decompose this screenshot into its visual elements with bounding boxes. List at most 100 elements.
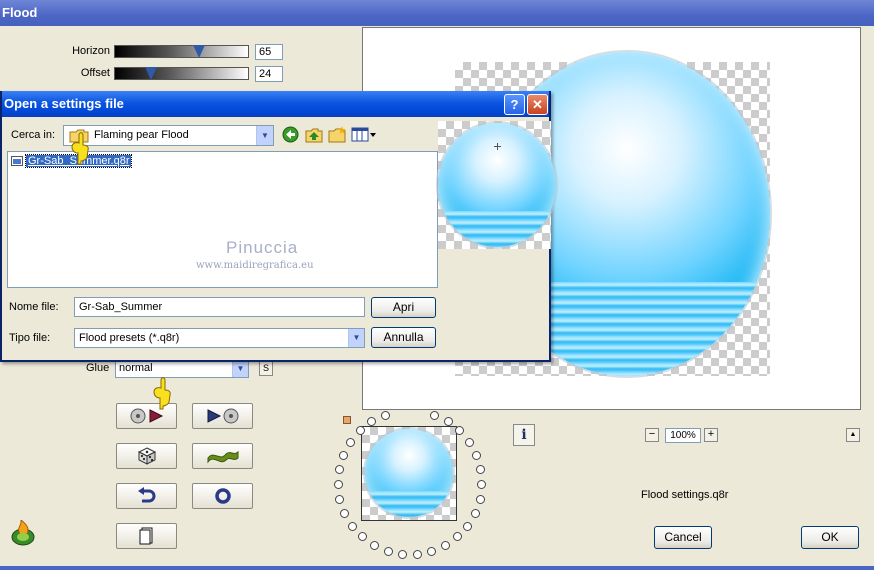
offset-slider[interactable] [114,67,249,80]
collapse-button[interactable]: ▲ [846,428,860,442]
look-in-select[interactable]: Flaming pear Flood ▼ [63,125,274,146]
flood-title-bar[interactable]: Flood [0,0,874,26]
filename-label: Nome file: [9,301,59,313]
thumbnail-preview[interactable] [361,426,457,521]
wave-icon [207,450,238,464]
glue-select[interactable]: normal ▼ [115,360,249,378]
ring-dot[interactable] [453,532,462,541]
pointing-hand-icon [153,377,171,410]
close-button[interactable]: ✕ [527,94,548,115]
ring-dot[interactable] [477,480,486,489]
look-in-label: Cerca in: [11,129,56,141]
cancel-button[interactable]: Cancel [654,526,712,549]
offset-label: Offset [80,67,110,79]
ring-dot[interactable] [463,522,472,531]
file-icon [11,156,23,166]
filetype-select[interactable]: Flood presets (*.q8r) ▼ [74,328,365,348]
light-direction-marker[interactable] [343,416,351,424]
open-settings-icon [130,408,163,424]
open-settings-dialog: Open a settings file ? ✕ Cerca in: Flami… [0,91,556,362]
dialog-title-bar[interactable]: Open a settings file ? ✕ [2,91,549,117]
window-title: Flood [2,5,38,20]
ring-dot[interactable] [465,438,474,447]
settings-filename: Flood settings.q8r [641,489,729,501]
clipboard-icon [139,527,152,545]
dialog-cancel-button[interactable]: Annulla [371,327,436,348]
offset-value[interactable]: 24 [255,66,283,82]
filetype-label: Tipo file: [9,332,51,344]
dialog-preview-sea [438,211,556,247]
flame-logo-icon [10,518,38,549]
zoom-level: 100% [665,428,701,443]
ring-dot[interactable] [430,411,439,420]
offset-slider-thumb[interactable] [145,67,157,80]
ring-dot[interactable] [413,550,422,559]
ring-dot[interactable] [358,532,367,541]
chevron-down-icon[interactable]: ▼ [256,126,273,145]
ring-dot[interactable] [472,451,481,460]
ring-dot[interactable] [381,411,390,420]
reset-button[interactable] [192,483,253,509]
ok-button[interactable]: OK [801,526,859,549]
ring-dot[interactable] [334,480,343,489]
chevron-down-icon[interactable]: ▼ [348,329,364,347]
back-icon[interactable] [282,126,299,143]
randomize-button[interactable] [116,443,177,469]
up-folder-icon[interactable] [305,126,323,143]
ring-dot[interactable] [346,438,355,447]
info-button[interactable]: i [513,424,535,446]
horizon-slider-thumb[interactable] [193,45,205,58]
ring-dot[interactable] [348,522,357,531]
glue-value: normal [119,362,153,374]
horizon-label: Horizon [72,45,110,57]
dialog-title: Open a settings file [4,96,124,111]
look-in-value: Flaming pear Flood [94,129,189,141]
save-settings-button[interactable] [192,403,253,429]
filetype-value: Flood presets (*.q8r) [79,332,180,344]
ring-dot[interactable] [356,426,365,435]
ring-dot[interactable] [455,426,464,435]
ring-dot[interactable] [340,509,349,518]
glue-s-button[interactable]: S [259,361,273,376]
new-folder-icon[interactable] [328,126,346,143]
ring-dot[interactable] [427,547,436,556]
zoom-out-button[interactable]: − [645,428,659,442]
open-button[interactable]: Apri [371,297,436,318]
ring-dot[interactable] [384,547,393,556]
dice-icon [137,447,156,465]
param-offset-label-row: Offset [0,66,110,82]
watermark-url: www.maidiregrafica.eu [196,260,314,271]
help-button[interactable]: ? [504,94,525,115]
ring-dot[interactable] [367,417,376,426]
view-menu-icon[interactable] [351,126,377,143]
horizon-slider[interactable] [114,45,249,58]
ring-dot[interactable] [476,465,485,474]
ring-dot[interactable] [370,541,379,550]
ring-dot[interactable] [339,451,348,460]
window-bottom-edge [0,566,874,570]
watermark-name: Pinuccia [226,238,299,257]
ring-dot[interactable] [441,541,450,550]
clipboard-button[interactable] [116,523,177,549]
dialog-preview [438,121,556,249]
undo-button[interactable] [116,483,177,509]
filename-input[interactable]: Gr-Sab_Summer [74,297,365,317]
crosshair-icon [494,143,501,150]
chevron-down-icon[interactable]: ▼ [232,361,248,377]
thumbnail-sea [365,491,453,517]
ring-dot[interactable] [335,465,344,474]
dialog-preview-sphere [438,123,556,247]
ring-dot[interactable] [444,417,453,426]
file-list[interactable]: Gr-Sab_Summer.q8r Pinuccia www.maidiregr… [7,151,438,288]
pointing-hand-icon [71,132,89,165]
save-settings-icon [207,408,238,424]
ring-dot[interactable] [398,550,407,559]
zoom-in-button[interactable]: + [704,428,718,442]
ring-dot[interactable] [476,495,485,504]
param-horizon-label-row: Horizon [0,44,110,60]
mutate-button[interactable] [192,443,253,469]
ring-dot[interactable] [471,509,480,518]
glue-label: Glue [86,362,110,374]
ring-dot[interactable] [335,495,344,504]
horizon-value[interactable]: 65 [255,44,283,60]
